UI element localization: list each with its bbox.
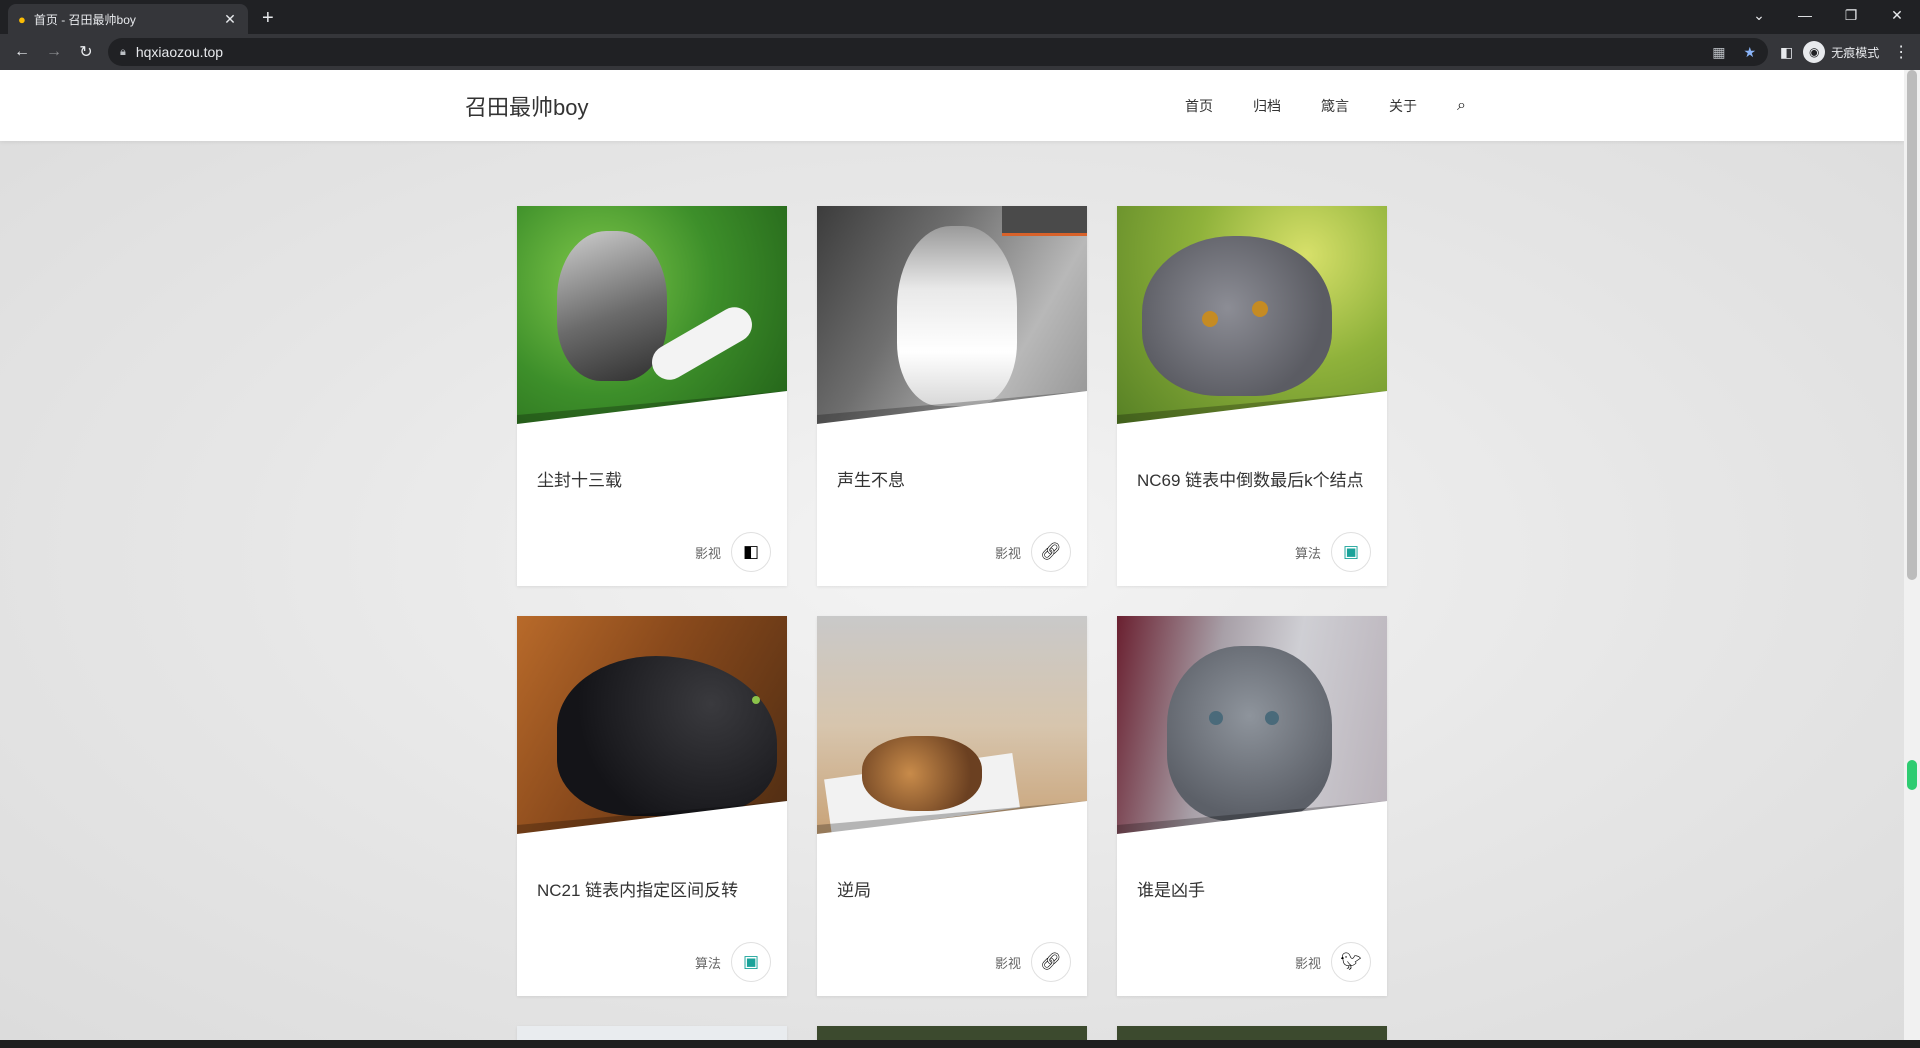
address-bar[interactable]: 🔒︎ hqxiaozou.top ▦ ★	[108, 38, 1768, 66]
qr-code-icon[interactable]: ▦	[1712, 44, 1725, 61]
url-text[interactable]: hqxiaozou.top	[136, 44, 1694, 60]
post-cover-image[interactable]	[1117, 206, 1387, 451]
post-card[interactable]	[1117, 1026, 1387, 1040]
tab-search-icon[interactable]: ⌄	[1736, 7, 1782, 24]
post-meta: 影视 🐦︎	[1295, 942, 1371, 982]
new-tab-button[interactable]: +	[262, 6, 274, 30]
page-scrollbar[interactable]	[1904, 70, 1920, 1040]
search-icon[interactable]: ⌕	[1457, 97, 1466, 115]
post-category[interactable]: 算法	[1295, 543, 1321, 562]
post-cover-image[interactable]	[817, 206, 1087, 451]
site-nav: 首页 归档 箴言 关于 ⌕	[1185, 96, 1466, 116]
close-window-button[interactable]: ✕	[1874, 7, 1920, 24]
browser-tab[interactable]: ● 首页 - 召田最帅boy ✕	[8, 4, 248, 34]
post-category[interactable]: 影视	[995, 953, 1021, 972]
post-cover-image[interactable]	[517, 616, 787, 861]
site-logo[interactable]: 召田最帅boy	[465, 90, 588, 122]
post-card[interactable]: 逆局 影视 🔗︎	[817, 616, 1087, 996]
post-card[interactable]: 声生不息 影视 🔗︎	[817, 206, 1087, 586]
lock-icon[interactable]: 🔒︎	[120, 46, 126, 59]
link-icon[interactable]: 🔗︎	[1031, 942, 1071, 982]
post-cover-image[interactable]	[1117, 616, 1387, 861]
scrollbar-thumb[interactable]	[1907, 70, 1917, 580]
post-title[interactable]: 逆局	[837, 876, 871, 901]
post-meta: 影视 🔗︎	[995, 942, 1071, 982]
post-category[interactable]: 影视	[695, 543, 721, 562]
nav-home[interactable]: 首页	[1185, 96, 1213, 116]
tab-close-icon[interactable]: ✕	[222, 11, 238, 28]
reload-button[interactable]: ↻	[70, 42, 102, 62]
browser-toolbar: ← → ↻ 🔒︎ hqxiaozou.top ▦ ★ ◧ ◉ 无痕模式 ⋮	[0, 34, 1920, 70]
post-card[interactable]	[817, 1026, 1087, 1040]
post-title[interactable]: 声生不息	[837, 466, 905, 491]
incognito-indicator[interactable]: ◉ 无痕模式	[1803, 41, 1879, 63]
forward-button[interactable]: →	[38, 43, 70, 61]
nav-about[interactable]: 关于	[1389, 96, 1417, 116]
post-category[interactable]: 影视	[1295, 953, 1321, 972]
post-category[interactable]: 算法	[695, 953, 721, 972]
bird-icon[interactable]: 🐦︎	[1331, 942, 1371, 982]
browser-tabbar: ● 首页 - 召田最帅boy ✕ + ⌄ — ❐ ✕	[0, 0, 1920, 34]
post-cover-image[interactable]	[517, 206, 787, 451]
post-card[interactable]: 尘封十三载 影视 ◧	[517, 206, 787, 586]
post-card[interactable]: NC69 链表中倒数最后k个结点 算法 ▣	[1117, 206, 1387, 586]
post-title[interactable]: 谁是凶手	[1137, 876, 1205, 901]
post-meta: 算法 ▣	[1295, 532, 1371, 572]
nav-archive[interactable]: 归档	[1253, 96, 1281, 116]
post-card[interactable]: 谁是凶手 影视 🐦︎	[1117, 616, 1387, 996]
film-icon[interactable]: ◧	[731, 532, 771, 572]
post-card[interactable]	[517, 1026, 787, 1040]
window-controls: ⌄ — ❐ ✕	[1736, 0, 1920, 30]
post-category[interactable]: 影视	[995, 543, 1021, 562]
minimize-button[interactable]: —	[1782, 7, 1828, 23]
back-button[interactable]: ←	[6, 43, 38, 61]
post-title[interactable]: 尘封十三载	[537, 466, 622, 491]
incognito-icon: ◉	[1803, 41, 1826, 63]
monitor-icon[interactable]: ▣	[731, 942, 771, 982]
site-header: 召田最帅boy 首页 归档 箴言 关于 ⌕	[0, 70, 1904, 141]
nav-quotes[interactable]: 箴言	[1321, 96, 1349, 116]
link-icon[interactable]: 🔗︎	[1031, 532, 1071, 572]
bookmark-star-icon[interactable]: ★	[1743, 44, 1756, 61]
post-meta: 算法 ▣	[695, 942, 771, 982]
incognito-label: 无痕模式	[1831, 45, 1880, 60]
post-cover-image[interactable]	[817, 616, 1087, 861]
browser-menu-icon[interactable]: ⋮	[1893, 42, 1909, 62]
post-meta: 影视 🔗︎	[995, 532, 1071, 572]
side-panel-icon[interactable]: ◧	[1780, 44, 1793, 61]
restore-button[interactable]: ❐	[1828, 7, 1874, 24]
page-viewport: 召田最帅boy 首页 归档 箴言 关于 ⌕ 尘封十三载 影视 ◧ 声生不息 影视…	[0, 70, 1920, 1040]
post-grid: 尘封十三载 影视 ◧ 声生不息 影视 🔗︎ NC69 链表中倒数最后k个结点 算…	[517, 206, 1387, 1040]
monitor-icon[interactable]: ▣	[1331, 532, 1371, 572]
post-title[interactable]: NC21 链表内指定区间反转	[537, 876, 738, 901]
duck-favicon-icon: ●	[18, 11, 26, 27]
os-taskbar	[0, 1040, 1920, 1048]
post-meta: 影视 ◧	[695, 532, 771, 572]
tab-title: 首页 - 召田最帅boy	[33, 12, 136, 27]
post-title[interactable]: NC69 链表中倒数最后k个结点	[1137, 466, 1364, 491]
post-card[interactable]: NC21 链表内指定区间反转 算法 ▣	[517, 616, 787, 996]
scroll-indicator	[1907, 760, 1917, 790]
